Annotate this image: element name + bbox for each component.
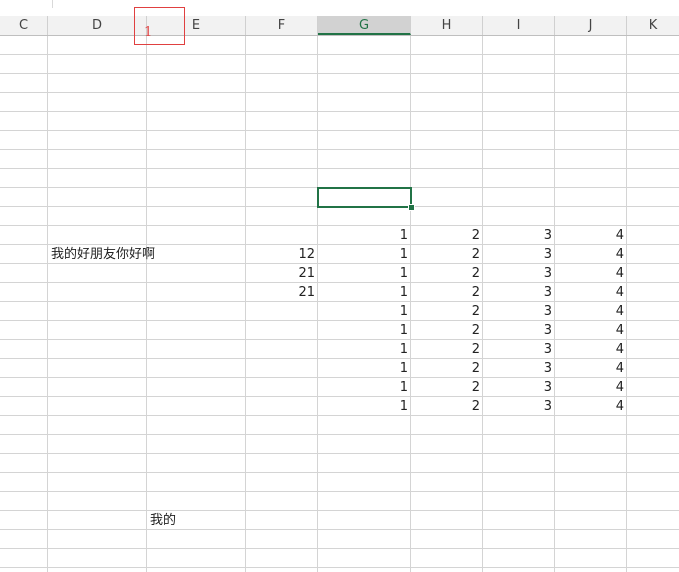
cell-i[interactable]: 3 [483, 283, 555, 301]
gridline [0, 168, 679, 169]
cell-h[interactable]: 2 [411, 264, 483, 282]
cell-g[interactable]: 1 [318, 302, 411, 320]
gridline [0, 453, 679, 454]
column-header-j[interactable]: J [555, 16, 627, 35]
cell-i[interactable]: 3 [483, 340, 555, 358]
cell-i[interactable]: 3 [483, 245, 555, 263]
column-header-c[interactable]: C [0, 16, 48, 35]
active-cell-selection[interactable] [317, 187, 412, 208]
cell-h[interactable]: 2 [411, 321, 483, 339]
cell-j[interactable]: 4 [555, 245, 627, 263]
cell-i[interactable]: 3 [483, 321, 555, 339]
gridline [0, 529, 679, 530]
cell-g[interactable]: 1 [318, 321, 411, 339]
gridline [0, 491, 679, 492]
cell-h[interactable]: 2 [411, 340, 483, 358]
cell-f[interactable]: 12 [246, 245, 318, 263]
cell-i[interactable]: 3 [483, 226, 555, 244]
column-header-g[interactable]: G [318, 16, 411, 35]
cell-g[interactable]: 1 [318, 226, 411, 244]
cell-g[interactable]: 1 [318, 359, 411, 377]
column-header-d[interactable]: D [48, 16, 147, 35]
gridline [0, 510, 679, 511]
cell-h[interactable]: 2 [411, 302, 483, 320]
spreadsheet[interactable]: C D E F G H I J K 我的好朋友你好啊 我的 12 21 21 1… [0, 0, 679, 572]
cell-j[interactable]: 4 [555, 397, 627, 415]
column-header-k[interactable]: K [627, 16, 679, 35]
column-header-row: C D E F G H I J K [0, 16, 679, 36]
cell-j[interactable]: 4 [555, 283, 627, 301]
cell-j[interactable]: 4 [555, 359, 627, 377]
cell-j[interactable]: 4 [555, 340, 627, 358]
column-header-f[interactable]: F [246, 16, 318, 35]
cell-h[interactable]: 2 [411, 397, 483, 415]
cell-i[interactable]: 3 [483, 359, 555, 377]
gridline [0, 567, 679, 568]
gridline [0, 472, 679, 473]
cell-j[interactable]: 4 [555, 264, 627, 282]
cell-i[interactable]: 3 [483, 397, 555, 415]
cell-e-text[interactable]: 我的 [147, 511, 246, 529]
cell-j[interactable]: 4 [555, 321, 627, 339]
cell-f[interactable]: 21 [246, 283, 318, 301]
cell-g[interactable]: 1 [318, 397, 411, 415]
cell-i[interactable]: 3 [483, 264, 555, 282]
cell-i[interactable]: 3 [483, 302, 555, 320]
fill-handle[interactable] [408, 204, 415, 211]
cell-h[interactable]: 2 [411, 245, 483, 263]
cell-g[interactable]: 1 [318, 340, 411, 358]
gridline [0, 73, 679, 74]
formula-bar-edge [0, 0, 679, 8]
gridline [0, 434, 679, 435]
gridline [0, 54, 679, 55]
column-header-i[interactable]: I [483, 16, 555, 35]
cell-g[interactable]: 1 [318, 283, 411, 301]
cell-g[interactable]: 1 [318, 264, 411, 282]
annotation-label: 1 [144, 25, 153, 40]
cell-d-text[interactable]: 我的好朋友你好啊 [48, 245, 248, 263]
gridline [0, 548, 679, 549]
cell-f[interactable]: 21 [246, 264, 318, 282]
cell-i[interactable]: 3 [483, 378, 555, 396]
cell-h[interactable]: 2 [411, 378, 483, 396]
gridline [0, 415, 679, 416]
gridline [0, 149, 679, 150]
formula-bar-divider [52, 0, 53, 8]
gridline [0, 92, 679, 93]
gridline [0, 111, 679, 112]
column-header-h[interactable]: H [411, 16, 483, 35]
cell-j[interactable]: 4 [555, 378, 627, 396]
gridline [0, 130, 679, 131]
cell-j[interactable]: 4 [555, 302, 627, 320]
cell-h[interactable]: 2 [411, 359, 483, 377]
cell-g[interactable]: 1 [318, 378, 411, 396]
cell-g[interactable]: 1 [318, 245, 411, 263]
cell-h[interactable]: 2 [411, 283, 483, 301]
cell-j[interactable]: 4 [555, 226, 627, 244]
annotation-box: 1 [134, 7, 185, 45]
cell-h[interactable]: 2 [411, 226, 483, 244]
